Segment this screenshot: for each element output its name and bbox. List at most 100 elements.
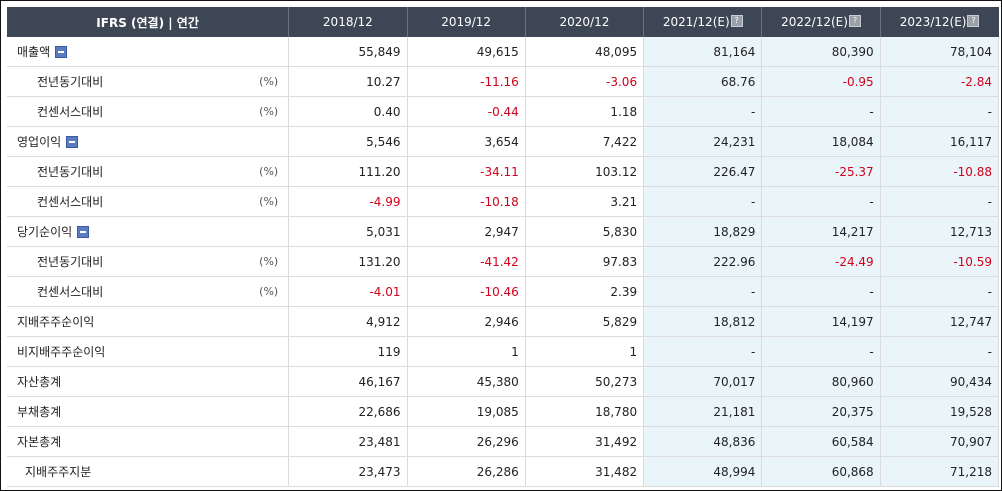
- row-label-cell: 전년동기대비 (%): [7, 246, 290, 277]
- value-cell: 46,167: [288, 366, 408, 397]
- table-row: 지배주주순이익 4,912 2,946 5,829 18,812 14,197 12,747: [7, 306, 1000, 337]
- value-cell: 3.21: [525, 186, 645, 217]
- value-cell: 68.76: [643, 66, 763, 97]
- row-label: 당기순이익: [17, 225, 73, 239]
- value-cell: 14,197: [761, 306, 881, 337]
- value-cell: -: [761, 96, 881, 127]
- value-cell: 70,907: [880, 426, 1000, 457]
- value-cell: 0.40: [288, 96, 408, 127]
- financial-summary-table: IFRS (연결) | 연간 2018/12 2019/12 2020/12 2…: [7, 7, 1000, 487]
- row-label: 자산총계: [17, 375, 62, 389]
- help-icon[interactable]: ?: [730, 15, 743, 27]
- value-cell: -: [643, 186, 763, 217]
- value-cell: 45,380: [407, 366, 526, 397]
- collapse-toggle-icon[interactable]: [55, 45, 68, 58]
- row-label: 전년동기대비: [37, 165, 104, 179]
- value-cell: 48,836: [643, 426, 763, 457]
- value-cell: -4.01: [288, 276, 408, 307]
- header-row: IFRS (연결) | 연간 2018/12 2019/12 2020/12 2…: [7, 7, 999, 37]
- help-icon[interactable]: ?: [967, 15, 980, 27]
- row-label-cell: 영업이익: [7, 126, 290, 157]
- row-label: 컨센서스대비: [37, 285, 104, 299]
- table-row: 컨센서스대비 (%) -4.99 -10.18 3.21- - -: [7, 186, 1000, 217]
- unit-label: (%): [259, 195, 279, 208]
- value-cell: 5,830: [525, 216, 645, 247]
- table-row: 컨센서스대비 (%) -4.01 -10.46 2.39- - -: [7, 276, 1000, 307]
- value-cell: -0.95: [761, 66, 881, 97]
- value-cell: 111.20: [288, 156, 408, 187]
- value-cell: 2,946: [407, 306, 526, 337]
- value-cell: 50,273: [525, 366, 645, 397]
- financial-summary-frame: IFRS (연결) | 연간 2018/12 2019/12 2020/12 2…: [0, 0, 1002, 491]
- unit-label: (%): [259, 105, 279, 118]
- value-cell: -10.18: [407, 186, 526, 217]
- period-label: 2021/12(E): [662, 15, 730, 29]
- value-cell: 55,849: [288, 37, 408, 67]
- help-icon[interactable]: ?: [848, 15, 861, 27]
- table-row: 매출액 55,849 49,615 48,095 81,164 80,390 78,104: [7, 37, 1000, 67]
- value-cell: -24.49: [761, 246, 881, 277]
- row-label-cell: 전년동기대비 (%): [7, 156, 290, 187]
- value-cell: 5,829: [525, 306, 645, 337]
- table-row: 지배주주지분 23,473 26,286 31,482 48,994 60,868 71,2…: [7, 456, 1000, 487]
- value-cell: 18,812: [643, 306, 763, 337]
- row-label-cell: 컨센서스대비 (%): [7, 186, 290, 217]
- value-cell: 2,947: [407, 216, 526, 247]
- row-label: 지배주주순이익: [17, 315, 95, 329]
- value-cell: -: [643, 276, 763, 307]
- unit-label: (%): [259, 255, 279, 268]
- value-cell: 103.12: [525, 156, 645, 187]
- value-cell: 23,473: [288, 456, 408, 487]
- value-cell: -: [643, 96, 763, 127]
- value-cell: 26,296: [407, 426, 526, 457]
- value-cell: 1.18: [525, 96, 645, 127]
- collapse-toggle-icon[interactable]: [77, 225, 90, 238]
- row-label-cell: 자산총계: [7, 366, 290, 397]
- value-cell: 48,994: [643, 456, 763, 487]
- value-cell: 48,095: [525, 37, 645, 67]
- value-cell: 18,829: [643, 216, 763, 247]
- table-row: 영업이익 5,546 3,654 7,422 24,231 18,084 16,117: [7, 126, 1000, 157]
- value-cell: -41.42: [407, 246, 526, 277]
- value-cell: 90,434: [880, 366, 1000, 397]
- row-label-cell: 전년동기대비 (%): [7, 66, 290, 97]
- unit-label: (%): [259, 75, 279, 88]
- row-label: 지배주주지분: [25, 465, 92, 479]
- row-label: 전년동기대비: [37, 75, 104, 89]
- value-cell: 5,031: [288, 216, 408, 247]
- unit-label: (%): [259, 165, 279, 178]
- row-label-cell: 지배주주순이익: [7, 306, 290, 337]
- value-cell: 12,747: [880, 306, 1000, 337]
- value-cell: 119: [288, 336, 408, 367]
- period-header: 2021/12(E)?: [643, 7, 763, 37]
- value-cell: -10.46: [407, 276, 526, 307]
- row-label-cell: 비지배주주순이익: [7, 336, 290, 367]
- row-label: 매출액: [17, 45, 51, 59]
- value-cell: -2.84: [880, 66, 1000, 97]
- value-cell: 14,217: [761, 216, 881, 247]
- row-label: 자본총계: [17, 435, 62, 449]
- row-label: 영업이익: [17, 135, 62, 149]
- value-cell: 226.47: [643, 156, 763, 187]
- value-cell: 222.96: [643, 246, 763, 277]
- row-label: 비지배주주순이익: [17, 345, 106, 359]
- value-cell: 2.39: [525, 276, 645, 307]
- value-cell: 80,390: [761, 37, 881, 67]
- value-cell: 71,218: [880, 456, 1000, 487]
- value-cell: 3,654: [407, 126, 526, 157]
- table-row: 당기순이익 5,031 2,947 5,830 18,829 14,217 12,713: [7, 216, 1000, 247]
- row-label-cell: 당기순이익: [7, 216, 290, 247]
- row-label: 컨센서스대비: [37, 105, 104, 119]
- value-cell: 19,528: [880, 396, 1000, 427]
- value-cell: 80,960: [761, 366, 881, 397]
- period-label: 2023/12(E): [899, 15, 967, 29]
- value-cell: -0.44: [407, 96, 526, 127]
- table-body: 매출액 55,849 49,615 48,095 81,164 80,390 78,104 전…: [7, 37, 1000, 487]
- value-cell: -: [643, 336, 763, 367]
- table-row: 전년동기대비 (%) 10.27 -11.16 -3.06 68.76 -0.95 -2.84: [7, 66, 1000, 97]
- collapse-toggle-icon[interactable]: [66, 135, 79, 148]
- value-cell: 131.20: [288, 246, 408, 277]
- value-cell: 1: [407, 336, 526, 367]
- value-cell: 21,181: [643, 396, 763, 427]
- table-row: 부채총계 22,686 19,085 18,780 21,181 20,375 19,528: [7, 396, 1000, 427]
